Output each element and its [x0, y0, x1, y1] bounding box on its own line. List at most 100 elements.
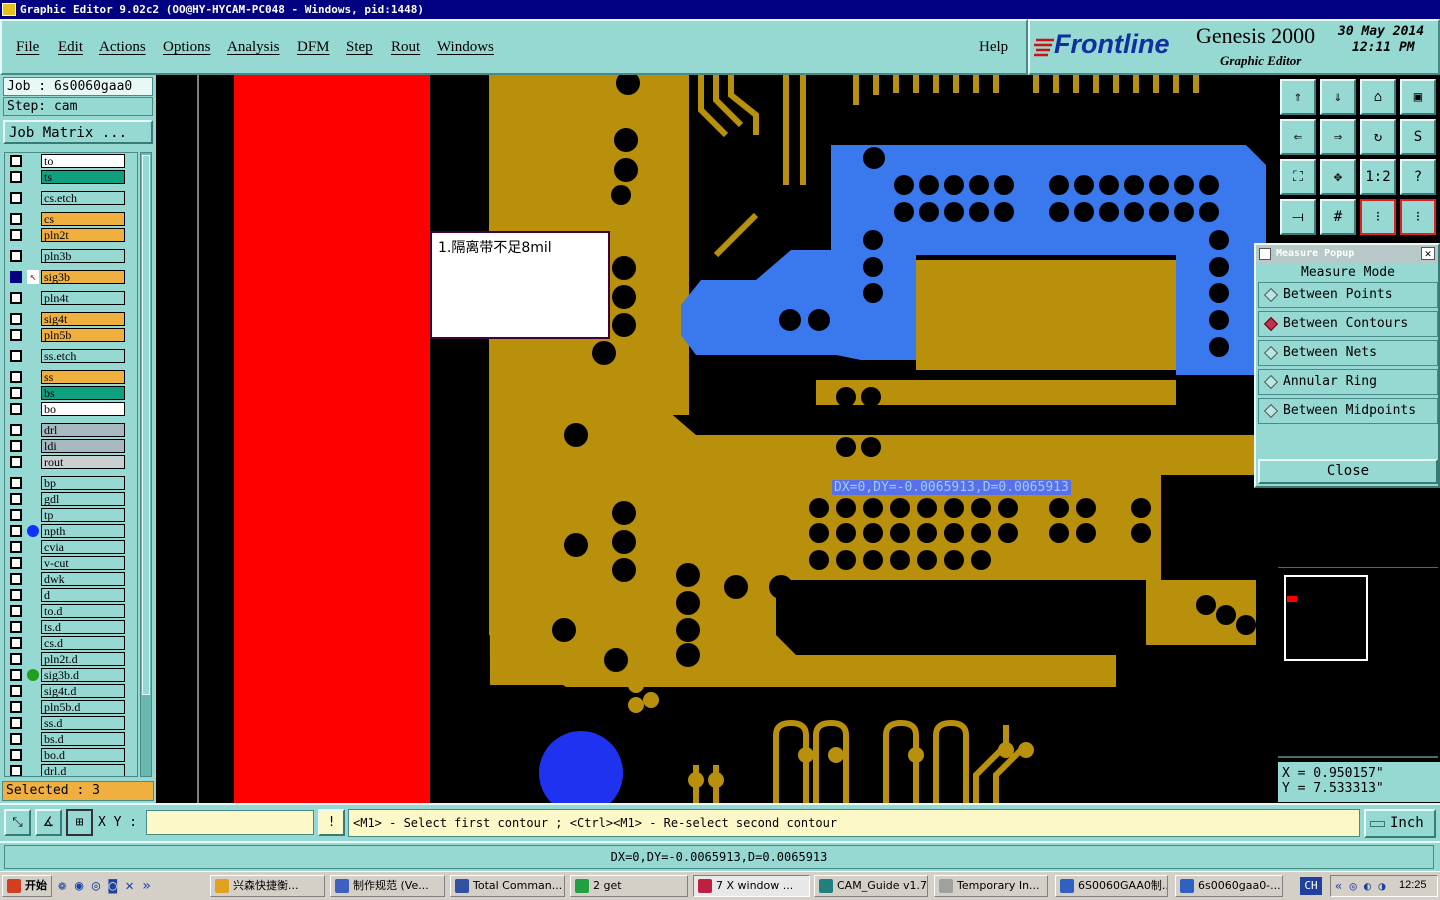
layer-checkbox[interactable]: [10, 371, 22, 383]
layer-row-npth[interactable]: npth: [5, 523, 129, 539]
option-between-midpoints[interactable]: Between Midpoints: [1258, 398, 1438, 424]
layer-row-cs.d[interactable]: cs.d: [5, 635, 129, 651]
layer-row-ts[interactable]: ts: [5, 169, 129, 185]
mirror-icon[interactable]: S: [1400, 119, 1436, 155]
menu-file[interactable]: File: [16, 39, 39, 56]
annotation-note[interactable]: 1.隔离带不足8mil: [430, 231, 610, 339]
layer-row-pln5b.d[interactable]: pln5b.d: [5, 699, 129, 715]
menu-dfm[interactable]: DFM: [297, 39, 330, 56]
layer-row-cs.etch[interactable]: cs.etch: [5, 190, 129, 206]
task-8[interactable]: 6S0060GAA0制...: [1055, 875, 1168, 897]
layer-checkbox[interactable]: [10, 733, 22, 745]
units-selector[interactable]: Inch: [1364, 809, 1436, 838]
pan-icon[interactable]: ✥: [1320, 159, 1356, 195]
window-icon[interactable]: ▣: [1400, 79, 1436, 115]
layer-row-rout[interactable]: rout: [5, 454, 129, 470]
layer-row-ss.etch[interactable]: ss.etch: [5, 348, 129, 364]
layer-row-cvia[interactable]: cvia: [5, 539, 129, 555]
task-9[interactable]: 6s0060gaa0-...: [1175, 875, 1283, 897]
layer-checkbox[interactable]: [10, 350, 22, 362]
overview-map[interactable]: [1278, 567, 1438, 761]
query-icon[interactable]: ?: [1400, 159, 1436, 195]
move-up-icon[interactable]: ⇑: [1280, 79, 1316, 115]
option-between-nets[interactable]: Between Nets: [1258, 340, 1438, 366]
layer-checkbox[interactable]: [10, 765, 22, 776]
grid-icon[interactable]: #: [1320, 199, 1356, 235]
layer-row-sig3b.d[interactable]: sig3b.d: [5, 667, 129, 683]
layer-checkbox[interactable]: [10, 250, 22, 262]
layer-row-d[interactable]: d: [5, 587, 129, 603]
layer-checkbox[interactable]: [10, 653, 22, 665]
zoom-fit-icon[interactable]: ⛶: [1280, 159, 1316, 195]
popup-close-button[interactable]: Close: [1258, 459, 1438, 484]
layer-checkbox[interactable]: [10, 509, 22, 521]
start-button[interactable]: 开始: [2, 875, 52, 897]
snap-icon[interactable]: ⤡: [4, 809, 31, 836]
task-6[interactable]: CAM_Guide v1.74: [814, 875, 928, 897]
net-toggle-icon[interactable]: ⁝: [1400, 199, 1436, 235]
move-down-icon[interactable]: ⇓: [1320, 79, 1356, 115]
layer-checkbox[interactable]: [10, 213, 22, 225]
warning-icon[interactable]: !: [318, 809, 345, 836]
layer-checkbox[interactable]: [10, 669, 22, 681]
menu-step[interactable]: Step: [346, 39, 373, 56]
xy-input[interactable]: [146, 810, 314, 835]
menu-rout[interactable]: Rout: [391, 39, 420, 56]
move-right-icon[interactable]: ⇒: [1320, 119, 1356, 155]
menu-edit[interactable]: Edit: [58, 39, 83, 56]
layer-checkbox[interactable]: [10, 717, 22, 729]
layer-row-bs[interactable]: bs: [5, 385, 129, 401]
language-indicator[interactable]: CH: [1300, 877, 1322, 895]
layer-checkbox[interactable]: [10, 171, 22, 183]
layer-row-ts.d[interactable]: ts.d: [5, 619, 129, 635]
layer-checkbox[interactable]: [10, 313, 22, 325]
layer-checkbox[interactable]: [10, 749, 22, 761]
layer-checkbox[interactable]: [10, 456, 22, 468]
scale-icon[interactable]: 1:2: [1360, 159, 1396, 195]
layer-row-pln2t[interactable]: pln2t: [5, 227, 129, 243]
layer-row-v-cut[interactable]: v-cut: [5, 555, 129, 571]
layer-row-ldi[interactable]: ldi: [5, 438, 129, 454]
menu-help[interactable]: Help: [979, 39, 1008, 56]
task-4[interactable]: 2 get: [570, 875, 688, 897]
tray-icons[interactable]: « ◎ ◐ ◑: [1335, 879, 1386, 893]
job-matrix-button[interactable]: Job Matrix ...: [3, 120, 153, 144]
layer-row-bo.d[interactable]: bo.d: [5, 747, 129, 763]
home-icon[interactable]: ⌂: [1360, 79, 1396, 115]
task-3[interactable]: Total Comman...: [450, 875, 565, 897]
layer-checkbox[interactable]: [10, 685, 22, 697]
graphic-canvas[interactable]: 1.隔离带不足8mil DX=0,DY=-0.0065913,D=0.00659…: [156, 75, 1276, 803]
layer-row-cs[interactable]: cs: [5, 211, 129, 227]
layer-row-to[interactable]: to: [5, 153, 129, 169]
move-left-icon[interactable]: ⇐: [1280, 119, 1316, 155]
angle-snap-icon[interactable]: ∡: [35, 809, 62, 836]
layer-row-ss.d[interactable]: ss.d: [5, 715, 129, 731]
layer-row-sig4t[interactable]: sig4t: [5, 311, 129, 327]
layer-row-drl[interactable]: drl: [5, 422, 129, 438]
layer-checkbox[interactable]: [10, 229, 22, 241]
menu-options[interactable]: Options: [163, 39, 211, 56]
task-5[interactable]: 7 X window ...: [693, 875, 810, 897]
task-1[interactable]: 兴森快捷衡...: [210, 875, 325, 897]
layer-row-sig4t.d[interactable]: sig4t.d: [5, 683, 129, 699]
layer-row-pln4t[interactable]: pln4t: [5, 290, 129, 306]
layer-checkbox[interactable]: [10, 271, 22, 283]
pcb-artwork[interactable]: [156, 75, 1276, 803]
layer-checkbox[interactable]: [10, 192, 22, 204]
layer-checkbox[interactable]: [10, 387, 22, 399]
layer-row-bo[interactable]: bo: [5, 401, 129, 417]
layer-row-bs.d[interactable]: bs.d: [5, 731, 129, 747]
option-between-contours[interactable]: Between Contours: [1258, 311, 1438, 337]
layer-row-dwk[interactable]: dwk: [5, 571, 129, 587]
menu-actions[interactable]: Actions: [99, 39, 146, 56]
task-7[interactable]: Temporary In...: [934, 875, 1048, 897]
option-annular-ring[interactable]: Annular Ring: [1258, 369, 1438, 395]
layer-checkbox[interactable]: [10, 329, 22, 341]
layer-checkbox[interactable]: [10, 424, 22, 436]
layer-row-drl.d[interactable]: drl.d: [5, 763, 129, 776]
layer-checkbox[interactable]: [10, 155, 22, 167]
layer-checkbox[interactable]: [10, 637, 22, 649]
menu-analysis[interactable]: Analysis: [227, 39, 280, 56]
popup-close-icon[interactable]: ✕: [1421, 247, 1435, 260]
menu-windows[interactable]: Windows: [437, 39, 494, 56]
